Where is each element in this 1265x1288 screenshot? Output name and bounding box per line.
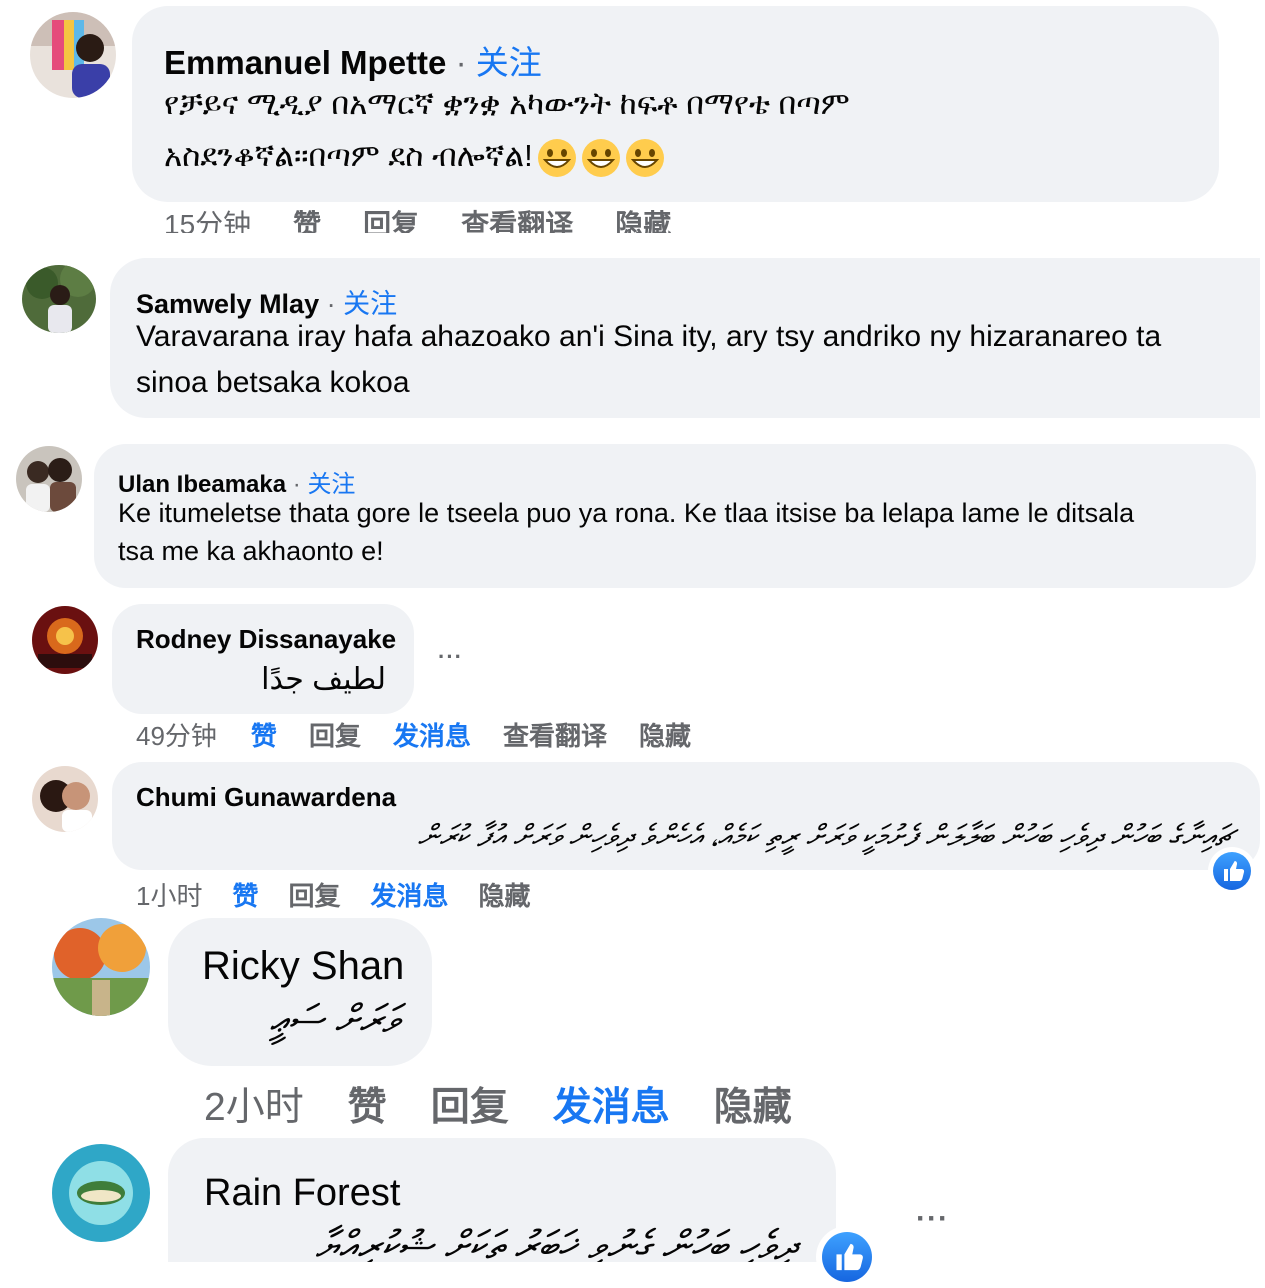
- like-button[interactable]: 赞: [232, 876, 258, 913]
- comment-text-line: sinoa betsaka kokoa: [136, 366, 410, 399]
- timestamp[interactable]: 15分钟: [164, 207, 251, 233]
- comment-actions: 49分钟赞回复 发消息 查看翻译 隐藏: [136, 716, 691, 753]
- comment-author[interactable]: Emmanuel Mpette · 关注: [164, 36, 542, 84]
- comment-text-line: tsa me ka akhaonto e!: [118, 536, 384, 566]
- hide-button[interactable]: 隐藏: [639, 716, 691, 753]
- comment-bubble: Rain Forest ދިވެހި ބަހުން ގެނުވި ޚަބަރު …: [168, 1138, 836, 1262]
- comment-author[interactable]: Samwely Mlay · 关注: [136, 282, 397, 321]
- reply-button[interactable]: 回复: [288, 876, 340, 913]
- avatar[interactable]: [52, 918, 150, 1016]
- comment-actions: 1小时赞回复 发消息 隐藏: [136, 876, 531, 913]
- author-name[interactable]: Rain Forest: [204, 1172, 400, 1215]
- reply-button[interactable]: 回复: [431, 1076, 509, 1132]
- author-name[interactable]: Samwely Mlay: [136, 289, 319, 319]
- timestamp[interactable]: 49分钟: [136, 716, 217, 753]
- like-button[interactable]: 赞: [251, 716, 277, 753]
- comment-text: لطيف جدًا: [261, 663, 386, 696]
- like-button[interactable]: 赞: [293, 207, 321, 233]
- comment-text-line: አስደንቆኛል።በጣም ደስ ብሎኛል!: [164, 138, 665, 178]
- like-button[interactable]: 赞: [348, 1076, 387, 1132]
- author-name[interactable]: Chumi Gunawardena: [136, 782, 396, 813]
- like-reaction-badge[interactable]: [816, 1226, 878, 1288]
- follow-link[interactable]: 关注: [476, 44, 542, 81]
- comment-author[interactable]: Ulan Ibeamaka · 关注: [118, 464, 355, 499]
- avatar[interactable]: [22, 265, 96, 333]
- comment-text-line: የቻይና ሚዲያ በአማርኛ ቋንቋ አካውንት ከፍቶ በማየቴ በጣም: [164, 86, 850, 121]
- author-name[interactable]: Ulan Ibeamaka: [118, 471, 286, 498]
- author-name[interactable]: Rodney Dissanayake: [136, 624, 396, 655]
- separator-dot: ·: [455, 44, 467, 81]
- follow-link[interactable]: 关注: [343, 289, 397, 319]
- comment-text-line: Ke itumeletse thata gore le tseela puo y…: [118, 498, 1135, 528]
- comment-text: ދިވެހި ބަހުން ގެނުވި ޚަބަރު ތަކަށް ޝުކުރ…: [315, 1224, 796, 1262]
- avatar[interactable]: [16, 446, 82, 512]
- separator-dot: ·: [292, 471, 301, 498]
- comment-text: አስደንቆኛል።በጣም ደስ ብሎኛል!: [164, 138, 533, 174]
- comment-text-line: Varavarana iray hafa ahazoako an'i Sina …: [136, 320, 1162, 353]
- reply-button[interactable]: 回复: [363, 207, 419, 233]
- more-options-button[interactable]: ···: [438, 644, 463, 670]
- comment-bubble: Emmanuel Mpette · 关注 የቻይና ሚዲያ በአማርኛ ቋንቋ …: [132, 6, 1219, 202]
- more-options-button[interactable]: ···: [916, 1202, 949, 1236]
- hide-button[interactable]: 隐藏: [479, 876, 531, 913]
- timestamp[interactable]: 1小时: [136, 876, 202, 913]
- grinning-face-emoji: [625, 139, 664, 177]
- grinning-face-emoji: [581, 139, 620, 177]
- send-message-button[interactable]: 发消息: [371, 876, 449, 913]
- send-message-button[interactable]: 发消息: [393, 716, 471, 753]
- author-name[interactable]: Ricky Shan: [202, 944, 404, 989]
- comment-bubble: Ulan Ibeamaka · 关注 Ke itumeletse thata g…: [94, 444, 1256, 588]
- comment-text: ޗައިނާގެ ބަހުން ދިވެހި ބަހުން ބަލާލަން ފ…: [417, 820, 1234, 853]
- like-reaction-badge[interactable]: [1208, 847, 1256, 895]
- separator-dot: ·: [326, 289, 336, 319]
- author-name[interactable]: Emmanuel Mpette: [164, 44, 446, 81]
- thumbs-up-icon: [836, 1243, 863, 1271]
- hide-button[interactable]: 隐藏: [615, 207, 671, 233]
- hide-button[interactable]: 隐藏: [714, 1076, 792, 1132]
- comment-bubble: Rodney Dissanayake لطيف جدًا: [112, 604, 414, 714]
- comment-bubble: Samwely Mlay · 关注 Varavarana iray hafa a…: [110, 258, 1260, 418]
- follow-link[interactable]: 关注: [307, 471, 355, 498]
- send-message-button[interactable]: 发消息: [553, 1076, 670, 1132]
- avatar[interactable]: [30, 12, 116, 98]
- comment-actions: 15分钟 赞 回复 查看翻译 隐藏: [164, 207, 671, 233]
- comment-bubble: Chumi Gunawardena ޗައިނާގެ ބަހުން ދިވެހި…: [112, 762, 1260, 870]
- avatar[interactable]: [32, 606, 98, 674]
- see-translation-button[interactable]: 查看翻译: [461, 207, 573, 233]
- timestamp[interactable]: 2小时: [204, 1076, 304, 1132]
- comment-actions: 2小时赞回复 发消息 隐藏: [204, 1076, 792, 1132]
- avatar[interactable]: [32, 766, 98, 832]
- avatar[interactable]: [52, 1144, 150, 1242]
- reply-button[interactable]: 回复: [309, 716, 361, 753]
- comment-bubble: Ricky Shan ވަރަށް ސަޢީ: [168, 918, 432, 1066]
- see-translation-button[interactable]: 查看翻译: [503, 716, 607, 753]
- thumbs-up-icon: [1224, 861, 1245, 881]
- comment-text: ވަރަށް ސަޢީ: [269, 998, 398, 1042]
- grinning-face-emoji: [537, 139, 576, 177]
